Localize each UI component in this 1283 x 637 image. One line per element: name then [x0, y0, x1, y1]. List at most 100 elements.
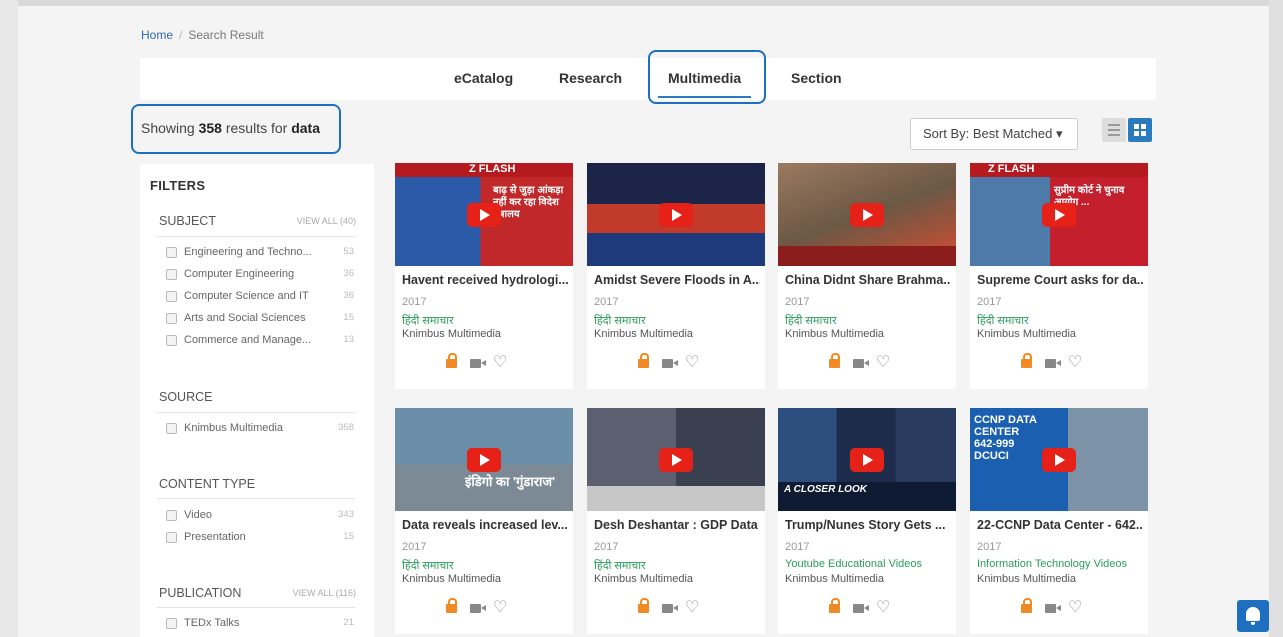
filter-item-label: Computer Science and IT — [184, 290, 309, 302]
checkbox[interactable] — [166, 532, 177, 543]
video-thumbnail[interactable]: Z FLASH सुप्रीम कोर्ट ने चुनाव आयोग ... — [970, 163, 1148, 266]
card-title[interactable]: 22-CCNP Data Center - 642... — [977, 518, 1143, 532]
play-icon[interactable] — [850, 448, 884, 472]
card-year: 2017 — [977, 541, 1002, 553]
grid-view-button[interactable] — [1128, 118, 1152, 142]
play-icon[interactable] — [467, 448, 501, 472]
filter-item[interactable]: Video 343 — [166, 509, 356, 525]
card-title[interactable]: Data reveals increased lev... — [402, 518, 568, 532]
checkbox[interactable] — [166, 423, 177, 434]
video-thumbnail[interactable] — [587, 163, 765, 266]
page: Home / Search Result eCatalog Research Mul… — [0, 0, 1283, 637]
filter-item[interactable]: Engineering and Techno... 53 — [166, 246, 356, 262]
checkbox[interactable] — [166, 618, 177, 629]
unlock-icon — [446, 353, 457, 368]
card-category[interactable]: Youtube Educational Videos — [785, 558, 922, 570]
breadcrumb-separator: / — [179, 28, 183, 42]
play-icon[interactable] — [659, 203, 693, 227]
card-category[interactable]: हिंदी समाचार — [977, 313, 1029, 328]
card-title[interactable]: Supreme Court asks for da... — [977, 273, 1143, 287]
unlock-icon — [829, 353, 840, 368]
heart-icon[interactable]: ♡ — [493, 599, 507, 617]
heart-icon[interactable]: ♡ — [876, 354, 890, 372]
video-thumbnail[interactable]: Z FLASH बाढ़ से जुड़ा आंकड़ा नहीं कर रहा… — [395, 163, 573, 266]
filter-item-count: 13 — [343, 334, 354, 345]
filter-item[interactable]: Knimbus Multimedia 358 — [166, 422, 356, 438]
card-category[interactable]: हिंदी समाचार — [594, 313, 646, 328]
play-icon[interactable] — [659, 448, 693, 472]
divider — [157, 236, 355, 237]
checkbox[interactable] — [166, 247, 177, 258]
breadcrumb-home-link[interactable]: Home — [141, 28, 173, 42]
card-title[interactable]: China Didnt Share Brahma... — [785, 273, 951, 287]
unlock-icon — [446, 598, 457, 613]
tab-ecatalog[interactable]: eCatalog — [454, 70, 513, 86]
video-thumbnail[interactable]: CCNP DATA CENTER 642-999 DCUCI — [970, 408, 1148, 511]
play-icon[interactable] — [850, 203, 884, 227]
filter-item-count: 36 — [343, 268, 354, 279]
filter-item[interactable]: Presentation 15 — [166, 531, 356, 547]
card-category[interactable]: हिंदी समाचार — [402, 558, 454, 573]
card-actions: ♡ — [446, 598, 526, 618]
card-actions: ♡ — [638, 598, 718, 618]
filter-content-type-title: CONTENT TYPE — [159, 477, 256, 491]
filter-item-label: Video — [184, 509, 212, 521]
play-icon[interactable] — [467, 203, 501, 227]
card-title[interactable]: Trump/Nunes Story Gets ... — [785, 518, 951, 532]
card-title[interactable]: Havent received hydrologi... — [402, 273, 568, 287]
media-card[interactable]: Desh Deshantar : GDP Data 2017 हिंदी समा… — [587, 408, 765, 634]
media-card[interactable]: CCNP DATA CENTER 642-999 DCUCI 22-CCNP D… — [970, 408, 1148, 634]
filter-item[interactable]: Commerce and Manage... 13 — [166, 334, 356, 350]
heart-icon[interactable]: ♡ — [1068, 354, 1082, 372]
video-thumbnail[interactable]: A CLOSER LOOK — [778, 408, 956, 511]
checkbox[interactable] — [166, 335, 177, 346]
card-year: 2017 — [594, 541, 619, 553]
filter-item[interactable]: Computer Engineering 36 — [166, 268, 356, 284]
card-actions: ♡ — [829, 598, 909, 618]
filter-subject-view-all[interactable]: VIEW ALL (40) — [297, 216, 356, 226]
divider — [157, 412, 355, 413]
heart-icon[interactable]: ♡ — [876, 599, 890, 617]
heart-icon[interactable]: ♡ — [1068, 599, 1082, 617]
media-card[interactable]: Z FLASH बाढ़ से जुड़ा आंकड़ा नहीं कर रहा… — [395, 163, 573, 389]
media-card[interactable]: China Didnt Share Brahma... 2017 हिंदी स… — [778, 163, 956, 389]
window-frame-left — [0, 0, 18, 637]
sort-label: Sort By: Best Matched — [923, 126, 1053, 141]
tab-section[interactable]: Section — [791, 70, 842, 86]
tab-research[interactable]: Research — [559, 70, 622, 86]
card-category[interactable]: हिंदी समाचार — [402, 313, 454, 328]
notification-button[interactable] — [1237, 600, 1269, 632]
thumbnail-badge: Z FLASH — [988, 163, 1035, 175]
play-icon[interactable] — [1042, 203, 1076, 227]
video-thumbnail[interactable] — [587, 408, 765, 511]
media-card[interactable]: Z FLASH सुप्रीम कोर्ट ने चुनाव आयोग ... … — [970, 163, 1148, 389]
checkbox[interactable] — [166, 313, 177, 324]
video-thumbnail[interactable]: इंडिगो का 'गुंडाराज' — [395, 408, 573, 511]
heart-icon[interactable]: ♡ — [493, 354, 507, 372]
sort-dropdown[interactable]: Sort By: Best Matched ▾ — [910, 118, 1078, 150]
list-view-button[interactable] — [1102, 118, 1126, 142]
checkbox[interactable] — [166, 510, 177, 521]
card-category[interactable]: हिंदी समाचार — [785, 313, 837, 328]
divider — [157, 498, 355, 499]
card-category[interactable]: हिंदी समाचार — [594, 558, 646, 573]
checkbox[interactable] — [166, 291, 177, 302]
card-category[interactable]: Information Technology Videos — [977, 558, 1127, 570]
media-card[interactable]: इंडिगो का 'गुंडाराज' Data reveals increa… — [395, 408, 573, 634]
card-year: 2017 — [977, 296, 1002, 308]
filter-item[interactable]: Arts and Social Sciences 15 — [166, 312, 356, 328]
card-title[interactable]: Amidst Severe Floods in A... — [594, 273, 760, 287]
video-thumbnail[interactable] — [778, 163, 956, 266]
media-card[interactable]: A CLOSER LOOK Trump/Nunes Story Gets ...… — [778, 408, 956, 634]
checkbox[interactable] — [166, 269, 177, 280]
media-card[interactable]: Amidst Severe Floods in A... 2017 हिंदी … — [587, 163, 765, 389]
filter-publication-view-all[interactable]: VIEW ALL (116) — [292, 588, 356, 598]
unlock-icon — [638, 353, 649, 368]
card-title[interactable]: Desh Deshantar : GDP Data — [594, 518, 760, 532]
filter-item[interactable]: TEDx Talks 21 — [166, 617, 356, 633]
grid-icon — [1134, 124, 1146, 136]
heart-icon[interactable]: ♡ — [685, 354, 699, 372]
heart-icon[interactable]: ♡ — [685, 599, 699, 617]
play-icon[interactable] — [1042, 448, 1076, 472]
filter-item[interactable]: Computer Science and IT 36 — [166, 290, 356, 306]
